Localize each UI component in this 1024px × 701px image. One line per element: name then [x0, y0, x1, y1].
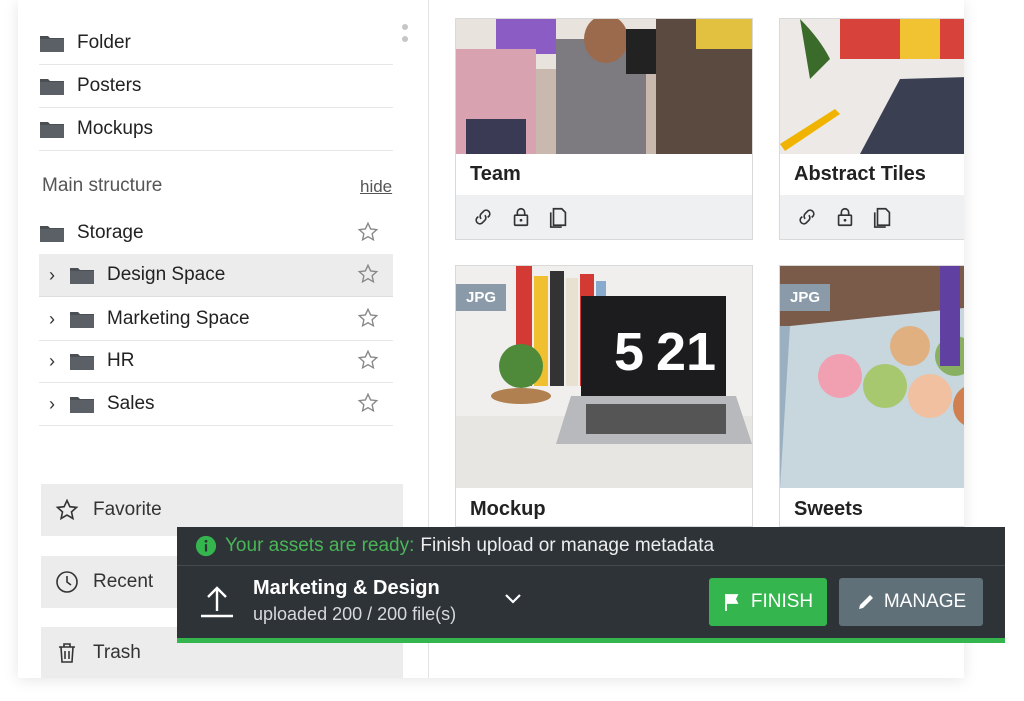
flag-icon	[724, 594, 739, 611]
trash-label: Trash	[93, 642, 141, 663]
pencil-icon	[858, 595, 873, 609]
folder-item-posters[interactable]: Posters	[39, 65, 393, 108]
recent-label: Recent	[93, 571, 154, 592]
info-icon	[195, 535, 217, 557]
folder-label: Posters	[77, 75, 142, 96]
folder-icon	[40, 226, 64, 242]
upload-progress-fill	[177, 638, 1005, 643]
structure-label: HR	[107, 350, 135, 371]
scrollbar-handle[interactable]	[402, 24, 410, 48]
copy-icon[interactable]	[548, 206, 570, 228]
star-icon[interactable]	[357, 221, 379, 243]
folder-icon	[70, 397, 94, 413]
star-icon[interactable]	[357, 349, 379, 371]
card-title[interactable]: Sweets	[794, 498, 863, 521]
trash-icon	[59, 643, 75, 663]
link-icon[interactable]	[796, 206, 818, 228]
star-icon[interactable]	[357, 263, 379, 285]
upload-icon	[201, 586, 233, 618]
folder-icon	[40, 122, 64, 138]
abstract-tiles-photo[interactable]	[780, 19, 964, 154]
ready-subtext: Finish upload or manage metadata	[420, 535, 715, 556]
folder-icon	[70, 312, 94, 328]
team-photo[interactable]	[456, 19, 752, 154]
chevron-down-icon[interactable]	[503, 591, 523, 607]
upload-panel: Your assets are ready: Finish upload or …	[177, 527, 1005, 643]
star-icon[interactable]	[357, 307, 379, 329]
lock-icon[interactable]	[834, 206, 856, 228]
folder-icon	[40, 79, 64, 95]
upload-count: uploaded 200 / 200 file(s)	[253, 604, 457, 624]
main-structure-title: Main structure	[42, 175, 163, 196]
chevron-right-icon[interactable]: ›	[49, 309, 65, 330]
star-icon[interactable]	[357, 392, 379, 414]
asset-card-team[interactable]: Team	[455, 18, 753, 240]
chevron-right-icon[interactable]: ›	[49, 265, 65, 286]
file-type-badge: JPG	[456, 284, 507, 311]
structure-label: Storage	[77, 222, 144, 243]
chevron-right-icon[interactable]: ›	[49, 351, 65, 372]
structure-item-sales[interactable]: › Sales	[39, 383, 393, 426]
favorite-label: Favorite	[93, 499, 162, 520]
asset-card-abstract-tiles[interactable]: Abstract Tiles	[779, 18, 964, 240]
manage-label: MANAGE	[883, 591, 967, 612]
lock-icon[interactable]	[510, 206, 532, 228]
file-type-badge: JPG	[780, 284, 831, 311]
folder-label: Mockups	[77, 118, 154, 139]
manage-button[interactable]: MANAGE	[839, 578, 983, 626]
link-icon[interactable]	[472, 206, 494, 228]
hide-link[interactable]: hide	[360, 177, 392, 197]
card-title[interactable]: Team	[470, 163, 521, 186]
upload-status-line: Your assets are ready: Finish upload or …	[177, 527, 1005, 566]
upload-progress-bar	[177, 638, 1005, 643]
folder-item-folder[interactable]: Folder	[39, 22, 393, 65]
finish-label: FINISH	[750, 591, 814, 612]
ready-text: Your assets are ready:	[225, 535, 415, 556]
structure-item-storage[interactable]: Storage	[39, 212, 393, 255]
card-title[interactable]: Mockup	[470, 498, 546, 521]
folder-label: Folder	[77, 32, 131, 53]
svg-text:5: 5	[614, 322, 644, 382]
chevron-right-icon[interactable]: ›	[49, 394, 65, 415]
copy-icon[interactable]	[872, 206, 894, 228]
card-title[interactable]: Abstract Tiles	[794, 163, 926, 186]
folder-icon	[70, 268, 94, 284]
asset-card-sweets[interactable]: JPG Sweets	[779, 265, 964, 527]
structure-item-design-space[interactable]: › Design Space	[39, 254, 393, 297]
folder-icon	[70, 354, 94, 370]
folder-icon	[40, 36, 64, 52]
upload-collection-name: Marketing & Design	[253, 577, 440, 599]
card-actions	[456, 195, 752, 239]
structure-label: Sales	[107, 393, 155, 414]
folder-item-mockups[interactable]: Mockups	[39, 108, 393, 151]
clock-icon	[56, 571, 78, 593]
star-icon	[55, 498, 79, 521]
structure-item-marketing-space[interactable]: › Marketing Space	[39, 298, 393, 341]
structure-item-hr[interactable]: › HR	[39, 340, 393, 383]
structure-label: Marketing Space	[107, 308, 250, 329]
card-actions	[780, 195, 964, 239]
finish-button[interactable]: FINISH	[709, 578, 827, 626]
svg-text:21: 21	[656, 322, 716, 382]
structure-label: Design Space	[107, 264, 226, 285]
asset-card-mockup[interactable]: 5 21 JPG Mockup	[455, 265, 753, 527]
